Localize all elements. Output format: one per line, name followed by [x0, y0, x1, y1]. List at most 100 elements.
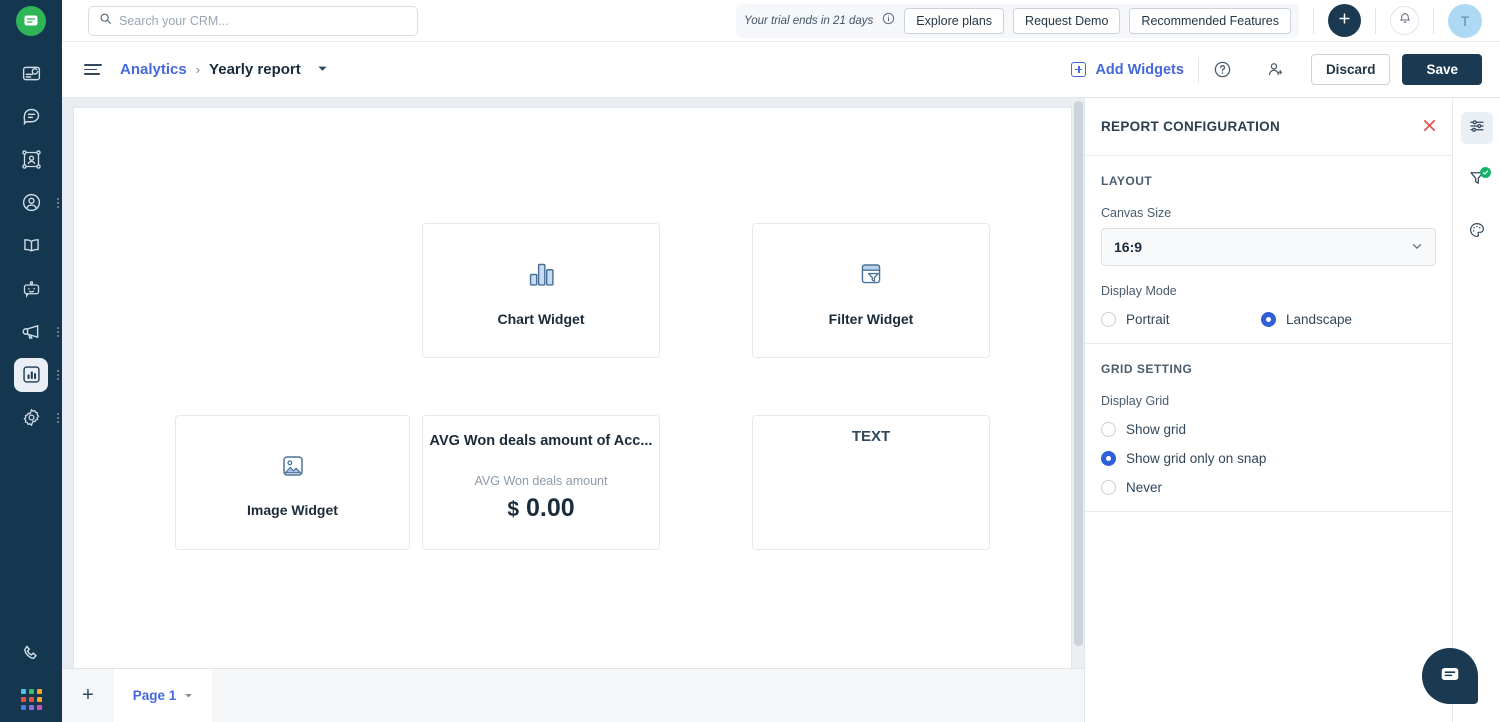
menu-toggle-icon[interactable] — [84, 64, 102, 75]
canvas-size-select[interactable]: 16:9 — [1101, 228, 1436, 266]
radio-show-grid[interactable]: Show grid — [1101, 422, 1436, 437]
radio-landscape[interactable]: Landscape — [1261, 312, 1352, 327]
robot-icon — [14, 272, 48, 306]
display-mode-radio-group: Portrait Landscape — [1101, 312, 1436, 327]
sidebar-item-contacts[interactable] — [0, 181, 62, 224]
canvas-scrollbar-thumb[interactable] — [1074, 101, 1083, 646]
radio-icon — [1101, 480, 1116, 495]
sidebar-item-workflows[interactable] — [0, 138, 62, 181]
add-user-icon[interactable] — [1266, 60, 1285, 79]
report-builder-app: Your trial ends in 21 days Explore plans… — [0, 0, 1500, 722]
add-widgets-button[interactable]: Add Widgets — [1071, 61, 1184, 78]
chart-widget[interactable]: Chart Widget — [422, 223, 660, 358]
add-widgets-label: Add Widgets — [1095, 61, 1184, 78]
sidebar-item-menu-dots[interactable] — [57, 326, 59, 337]
search-icon — [99, 12, 112, 30]
text-widget[interactable]: TEXT — [752, 415, 990, 550]
radio-landscape-label: Landscape — [1286, 312, 1353, 327]
chevron-down-icon[interactable] — [317, 61, 328, 79]
chat-lines-icon — [14, 100, 48, 134]
report-configuration-tab[interactable] — [1460, 112, 1493, 144]
config-panel-header: REPORT CONFIGURATION — [1085, 98, 1452, 156]
right-icon-rail — [1452, 98, 1500, 722]
sidebar-item-knowledge[interactable] — [0, 224, 62, 267]
sidebar-item-menu-dots[interactable] — [57, 197, 59, 208]
sidebar-item-menu-dots[interactable] — [57, 412, 59, 423]
divider — [1313, 7, 1314, 34]
explore-plans-button[interactable]: Explore plans — [904, 7, 1005, 34]
kpi-amount: 0.00 — [525, 494, 575, 522]
bar-chart-square-icon — [14, 357, 48, 392]
filters-tab[interactable] — [1461, 164, 1493, 196]
request-demo-button[interactable]: Request Demo — [1013, 7, 1121, 34]
filter-widget[interactable]: Filter Widget — [752, 223, 990, 358]
radio-never[interactable]: Never — [1101, 480, 1436, 495]
sidebar-item-menu-dots[interactable] — [57, 369, 59, 380]
notifications-button[interactable] — [1390, 6, 1419, 35]
help-icon[interactable] — [1213, 60, 1232, 79]
app-grid-icon[interactable] — [20, 689, 42, 710]
breadcrumb-analytics[interactable]: Analytics — [120, 61, 187, 78]
grid-section-title: GRID SETTING — [1101, 362, 1193, 376]
chevron-down-icon — [1411, 239, 1423, 255]
image-icon — [275, 448, 311, 489]
radio-icon — [1101, 422, 1116, 437]
radio-icon — [1101, 451, 1116, 466]
kpi-widget[interactable]: AVG Won deals amount of Acc... AVG Won d… — [422, 415, 660, 550]
radio-show-grid-on-snap-label: Show grid only on snap — [1126, 451, 1267, 466]
create-button[interactable] — [1328, 4, 1361, 37]
chevron-down-icon[interactable] — [184, 688, 193, 703]
radio-never-label: Never — [1126, 480, 1163, 495]
nodes-user-icon — [14, 143, 48, 177]
search-box[interactable] — [88, 5, 418, 36]
megaphone-icon — [14, 315, 48, 349]
layout-section-title: LAYOUT — [1101, 174, 1153, 188]
avatar[interactable]: T — [1448, 3, 1482, 38]
display-grid-label: Display Grid — [1101, 394, 1170, 408]
radio-portrait[interactable]: Portrait — [1101, 312, 1261, 327]
filter-widget-label: Filter Widget — [828, 310, 914, 327]
report-toolbar: Analytics › Yearly report Add Widgets Di… — [62, 42, 1500, 98]
phone-icon[interactable] — [14, 637, 48, 671]
display-grid-radio-group: Show grid Show grid only on snap Never — [1101, 422, 1436, 495]
add-page-button[interactable]: + — [62, 669, 114, 722]
save-button[interactable]: Save — [1402, 54, 1482, 85]
sidebar-item-campaigns[interactable] — [0, 310, 62, 353]
report-canvas[interactable]: Chart Widget Filter Widget Image Widget … — [74, 108, 1071, 668]
brand-logo[interactable] — [16, 6, 46, 36]
kpi-currency-symbol: $ — [507, 498, 520, 521]
chart-widget-label: Chart Widget — [497, 310, 585, 327]
sidebar-item-inbox[interactable] — [0, 52, 62, 95]
image-widget[interactable]: Image Widget — [175, 415, 410, 550]
sidebar-item-conversations[interactable] — [0, 95, 62, 138]
sidebar-item-bots[interactable] — [0, 267, 62, 310]
search-input[interactable] — [119, 13, 407, 28]
radio-show-grid-label: Show grid — [1126, 422, 1187, 437]
filter-panel-icon — [852, 255, 890, 298]
radio-icon — [1101, 312, 1116, 327]
sidebar-item-analytics[interactable] — [0, 353, 62, 396]
discard-button[interactable]: Discard — [1310, 54, 1391, 85]
chat-bubble-button[interactable] — [1422, 648, 1478, 704]
page-tab-1[interactable]: Page 1 — [114, 668, 212, 722]
palette-icon — [1468, 221, 1486, 244]
close-icon[interactable] — [1423, 118, 1436, 135]
text-widget-label: TEXT — [851, 428, 891, 445]
toolbar-actions: Add Widgets Discard Save — [1071, 54, 1482, 85]
gear-icon — [14, 401, 48, 435]
theme-tab[interactable] — [1461, 216, 1493, 248]
divider — [1375, 7, 1376, 34]
radio-show-grid-on-snap[interactable]: Show grid only on snap — [1101, 451, 1436, 466]
sidebar-item-settings[interactable] — [0, 396, 62, 439]
recommended-features-button[interactable]: Recommended Features — [1129, 7, 1291, 34]
config-panel-title: REPORT CONFIGURATION — [1101, 119, 1280, 134]
page-tab-label: Page 1 — [132, 688, 177, 703]
page-bar: + Page 1 — [62, 668, 1084, 722]
divider — [1433, 7, 1434, 34]
report-configuration-panel: REPORT CONFIGURATION LAYOUT Canvas Size … — [1084, 98, 1452, 722]
top-bar: Your trial ends in 21 days Explore plans… — [62, 0, 1500, 42]
info-icon[interactable] — [882, 12, 895, 30]
canvas-scrollbar-track[interactable] — [1072, 98, 1084, 668]
display-mode-label: Display Mode — [1101, 284, 1177, 298]
canvas-size-value: 16:9 — [1114, 239, 1143, 255]
